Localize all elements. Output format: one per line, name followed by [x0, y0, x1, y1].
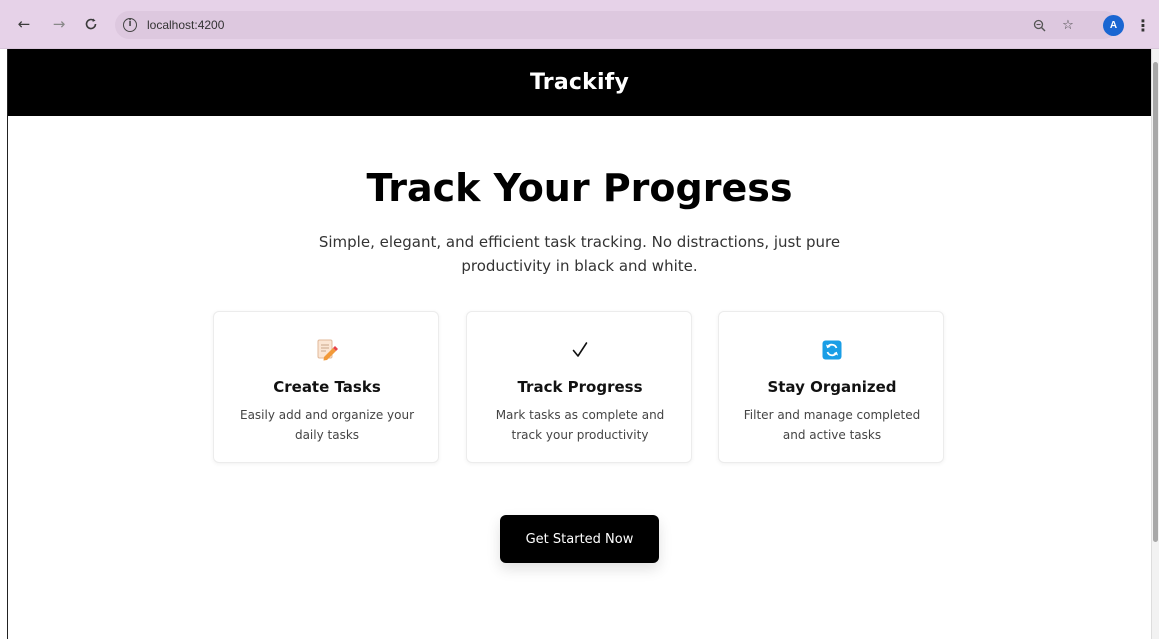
memo-pencil-icon: [214, 338, 440, 362]
checkmark-icon: [467, 338, 693, 362]
hero-title: Track Your Progress: [366, 166, 793, 210]
feature-card-create-tasks: Create Tasks Easily add and organize you…: [213, 311, 439, 463]
profile-avatar[interactable]: A: [1103, 15, 1124, 36]
card-description: Filter and manage completed and active t…: [743, 408, 921, 442]
card-description: Easily add and organize your daily tasks: [239, 408, 415, 442]
scrollbar-thumb[interactable]: [1153, 62, 1158, 542]
get-started-button[interactable]: Get Started Now: [500, 515, 659, 563]
page-viewport: Trackify Track Your Progress Simple, ele…: [8, 49, 1151, 639]
reload-icon[interactable]: [79, 12, 103, 36]
feature-card-stay-organized: Stay Organized Filter and manage complet…: [718, 311, 944, 463]
card-title: Track Progress: [517, 378, 643, 396]
url-text[interactable]: localhost:4200: [147, 18, 224, 32]
card-title: Stay Organized: [767, 378, 897, 396]
address-bar[interactable]: i localhost:4200 ☆: [115, 11, 1118, 39]
app-header: Trackify: [8, 49, 1151, 116]
forward-arrow-icon[interactable]: →: [47, 12, 71, 36]
info-icon[interactable]: i: [123, 18, 137, 32]
back-arrow-icon[interactable]: ←: [12, 12, 36, 36]
window-border-left: [0, 49, 8, 639]
refresh-arrows-icon: [719, 338, 945, 362]
feature-card-track-progress: Track Progress Mark tasks as complete an…: [466, 311, 692, 463]
kebab-menu-icon[interactable]: ⋮: [1135, 13, 1151, 37]
app-title: Trackify: [529, 70, 629, 95]
hero-subtitle: Simple, elegant, and efficient task trac…: [318, 233, 841, 275]
card-description: Mark tasks as complete and track your pr…: [495, 408, 665, 442]
zoom-icon[interactable]: [1030, 16, 1048, 34]
browser-toolbar: ← → i localhost:4200 ☆ A ⋮: [0, 0, 1159, 49]
bookmark-star-icon[interactable]: ☆: [1059, 16, 1077, 34]
card-title: Create Tasks: [273, 378, 381, 396]
